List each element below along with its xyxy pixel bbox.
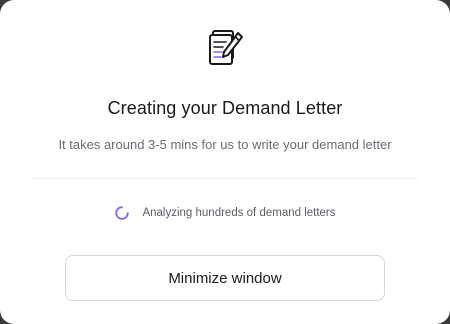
status-row: Analyzing hundreds of demand letters <box>0 204 450 222</box>
dialog-title: Creating your Demand Letter <box>107 98 343 118</box>
loading-spinner-icon <box>115 206 130 220</box>
dialog-subtitle: It takes around 3-5 mins for us to write… <box>58 137 392 152</box>
creating-demand-letter-dialog: Creating your Demand Letter It takes aro… <box>0 0 450 324</box>
status-text: Analyzing hundreds of demand letters <box>142 207 336 219</box>
document-pen-icon <box>209 30 243 65</box>
divider <box>32 178 418 179</box>
minimize-window-button[interactable]: Minimize window <box>65 255 385 301</box>
